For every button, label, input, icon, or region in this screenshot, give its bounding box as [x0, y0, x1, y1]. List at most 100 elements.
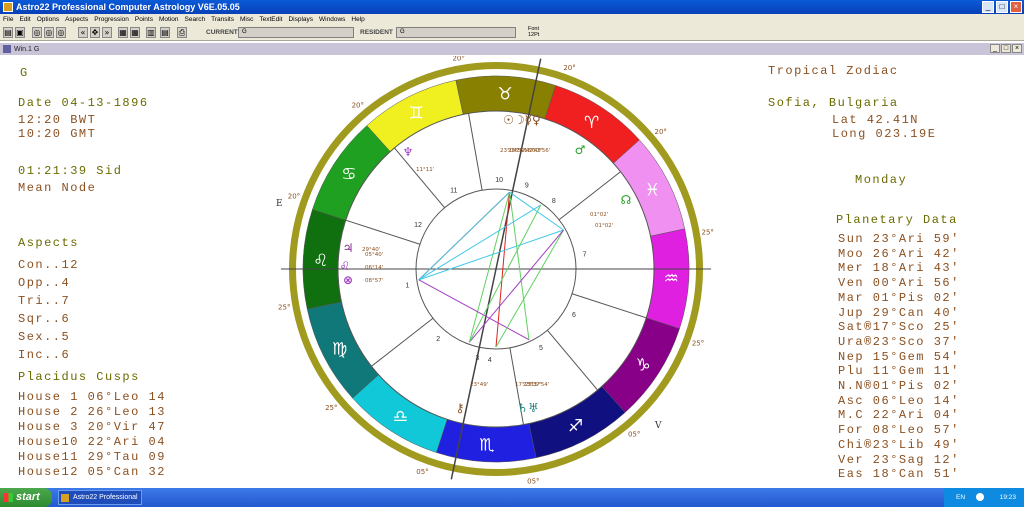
aries-icon: ♈ — [584, 113, 599, 133]
rim-degree-label: 05° — [527, 478, 539, 486]
house-number: 6 — [572, 312, 576, 319]
rim-degree-label: 25° — [278, 303, 290, 311]
chart-window-icon — [3, 45, 11, 53]
east-axis-label: E — [276, 199, 283, 209]
planet-degree-label: 06°14' — [365, 265, 383, 271]
wheel2-icon[interactable]: ◎ — [44, 27, 54, 38]
menu-options[interactable]: Options — [37, 16, 59, 23]
house-number: 5 — [539, 345, 543, 352]
planet-degree-label: 15°54' — [531, 382, 549, 388]
save-icon[interactable]: ▣ — [15, 27, 25, 38]
menu-bar: File Edit Options Aspects Progression Points M… — [0, 14, 1024, 25]
forward-icon[interactable]: » — [102, 27, 112, 38]
gemini-icon: ♊ — [409, 104, 424, 124]
node-icon: ☊ — [621, 193, 632, 207]
sagittarius-icon: ♐ — [568, 416, 583, 436]
child-minimize-button[interactable]: _ — [990, 44, 1000, 53]
house-number: 1 — [405, 283, 409, 290]
start-button[interactable]: start — [0, 488, 52, 507]
chart-area: G Date 04-13-1896 12:20 BWT 10:20 GMT 01… — [0, 56, 1024, 488]
toolbar: ▤ ▣ ◎ ◎ ◎ « ✥ » ▦ ▦ ▥ ▤ ⎙ CURRENT G RESI… — [0, 25, 1024, 41]
planet-degree-label: 00°56' — [532, 148, 550, 154]
app-task-icon — [61, 494, 69, 502]
menu-progression[interactable]: Progression — [94, 16, 129, 23]
planet-degree-label: 08°57' — [365, 278, 383, 284]
leo-icon: ♌ — [313, 251, 328, 271]
child-window-title: Win.1 G — [14, 45, 40, 53]
menu-motion[interactable]: Motion — [159, 16, 179, 23]
house-number: 11 — [450, 188, 457, 195]
sun-moon-mercury-venus-icon: ☉☽☿♀ — [503, 113, 541, 127]
rim-degree-label: 05° — [416, 468, 428, 476]
child-window-titlebar: Win.1 G — [0, 43, 1024, 55]
planet-degree-label: 01°02' — [595, 223, 613, 229]
house-number: 4 — [488, 357, 492, 364]
planet-degree-label: 05°40' — [365, 252, 383, 258]
rim-degree-label: 20° — [452, 56, 464, 62]
house-number: 9 — [525, 182, 529, 189]
libra-icon: ♎ — [393, 407, 408, 427]
planet-degree-label: 23°49' — [470, 382, 488, 388]
tray-icon[interactable] — [976, 493, 984, 501]
menu-transits[interactable]: Transits — [211, 16, 234, 23]
current-field[interactable]: G — [238, 27, 354, 38]
menu-search[interactable]: Search — [185, 16, 206, 23]
child-close-button[interactable]: × — [1012, 44, 1022, 53]
clock: 19:23 — [999, 494, 1016, 501]
house-number: 7 — [583, 251, 587, 258]
capricorn-icon: ♑ — [636, 356, 651, 376]
grid2-icon[interactable]: ▦ — [130, 27, 140, 38]
rim-degree-label: 20° — [352, 101, 364, 109]
menu-windows[interactable]: Windows — [319, 16, 345, 23]
rim-degree-label: 25° — [692, 340, 704, 348]
open-icon[interactable]: ▤ — [3, 27, 13, 38]
maximize-button[interactable]: □ — [996, 1, 1008, 13]
rim-degree-label: 20° — [654, 128, 666, 136]
house-number: 12 — [414, 222, 422, 229]
pisces-icon: ♓ — [645, 180, 660, 200]
resident-field[interactable]: G — [396, 27, 516, 38]
menu-misc[interactable]: Misc — [240, 16, 253, 23]
chart-wheel: ♈ ♓ ♒ ♑ ♐ ♏ ♎ ♍ ♌ ♋ ♊ ♉ 20° 20° 20° 25° 25° 05° 05° 05° 25° 2… — [276, 56, 714, 486]
child-maximize-button[interactable]: □ — [1001, 44, 1011, 53]
rim-degree-label: 25° — [325, 404, 337, 412]
scorpio-icon: ♏ — [479, 435, 494, 455]
copy-icon[interactable]: ▤ — [160, 27, 170, 38]
west-axis-label: V — [654, 421, 662, 431]
house-number: 8 — [552, 198, 556, 205]
resident-label: RESIDENT — [360, 29, 393, 36]
back-icon[interactable]: « — [78, 27, 88, 38]
menu-displays[interactable]: Displays — [288, 16, 313, 23]
menu-points[interactable]: Points — [135, 16, 153, 23]
menu-aspects[interactable]: Aspects — [65, 16, 88, 23]
wheel3-icon[interactable]: ◎ — [56, 27, 66, 38]
mars-icon: ♂ — [575, 143, 586, 157]
saturn-uranus-icon: ♄♅ — [517, 401, 539, 415]
window-title: Astro22 Professional Computer Astrology … — [16, 2, 240, 12]
house-number: 2 — [436, 336, 440, 343]
window-titlebar: Astro22 Professional Computer Astrology … — [0, 0, 1024, 14]
menu-edit[interactable]: Edit — [19, 16, 30, 23]
font-size-label: 12Pt — [528, 32, 540, 38]
taurus-icon: ♉ — [498, 85, 513, 105]
close-button[interactable]: × — [1010, 1, 1022, 13]
planet-degree-label: 11°11' — [416, 167, 434, 173]
rim-degree-label: 25° — [702, 229, 714, 237]
font-size-indicator[interactable]: Font 12Pt — [528, 26, 539, 38]
language-indicator[interactable]: EN — [956, 488, 965, 507]
taskbar-item-astro22[interactable]: Astro22 Professional ... — [58, 490, 142, 514]
minimize-button[interactable]: _ — [982, 1, 994, 13]
aquarius-icon: ♒ — [664, 269, 679, 289]
menu-textedit[interactable]: TextEdit — [259, 16, 282, 23]
virgo-icon: ♍ — [332, 340, 347, 360]
planet-degree-label: 01°02' — [590, 212, 608, 218]
menu-file[interactable]: File — [3, 16, 13, 23]
cancer-icon: ♋ — [341, 164, 356, 184]
menu-help[interactable]: Help — [351, 16, 364, 23]
grid-icon[interactable]: ▦ — [118, 27, 128, 38]
print-icon[interactable]: ⎙ — [177, 27, 187, 38]
neptune-icon: ♆ — [403, 145, 414, 159]
move-icon[interactable]: ✥ — [90, 27, 100, 38]
delete-icon[interactable]: ▥ — [146, 27, 156, 38]
wheel-icon[interactable]: ◎ — [32, 27, 42, 38]
